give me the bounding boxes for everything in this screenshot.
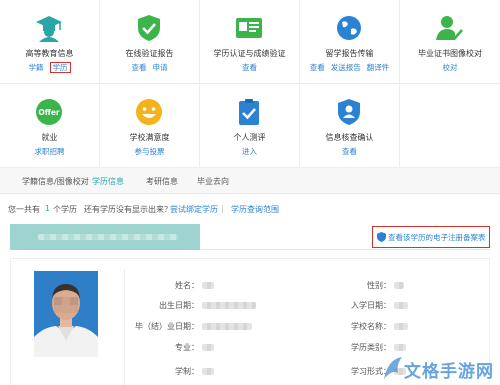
watermark-logo-icon (384, 357, 402, 379)
service-study-abroad-report: 留学报告传输 查看 发送报告 翻译件 (300, 0, 400, 84)
query-scope-link[interactable]: 学历查询范围 (231, 204, 279, 215)
service-title: 信息核查确认 (325, 133, 374, 142)
service-title: 就业 (41, 133, 58, 142)
service-online-verification: 在线验证报告 查看 申请 (100, 0, 200, 84)
service-title: 高等教育信息 (25, 49, 74, 58)
service-info-verification: 信息核查确认 查看 (300, 84, 400, 168)
link-view[interactable]: 查看 (242, 63, 257, 72)
service-grid: 高等教育信息 学籍 学历 在线验证报告 查看 申请 学历认证与成绩验证 查看 留… (0, 0, 500, 168)
link-check[interactable]: 校对 (443, 63, 458, 72)
divider: | (221, 204, 224, 213)
field-value-birth-date (202, 302, 256, 309)
link-job-search[interactable]: 求职招聘 (35, 147, 65, 156)
empty-cell (400, 84, 500, 168)
field-value-enrollment-date (394, 302, 408, 309)
degree-record-header (10, 224, 200, 250)
record-tabs: 学籍信息/图像校对 学历信息 考研信息 毕业去向 (0, 168, 500, 194)
link-vote[interactable]: 参与投票 (135, 147, 165, 156)
field-value-gender (394, 282, 404, 289)
blurred-portrait (34, 271, 98, 357)
globe-icon (337, 16, 361, 40)
field-label-birth-date: 出生日期： (159, 301, 199, 310)
field-value-duration (202, 368, 214, 375)
field-label-graduation-date: 毕（结）业日期： (135, 322, 199, 331)
service-employment: Offer 就业 求职招聘 (0, 84, 100, 168)
service-higher-education-info: 高等教育信息 学籍 学历 (0, 0, 100, 84)
count-suffix: 个学历 (53, 205, 77, 214)
redacted-header-text (38, 234, 178, 240)
bind-degree-link[interactable]: 尝试绑定学历 (170, 204, 218, 215)
graduate-icon (36, 16, 62, 42)
service-title: 在线验证报告 (125, 49, 174, 58)
link-view[interactable]: 查看 (342, 147, 357, 156)
count-prefix: 您一共有 (8, 205, 40, 214)
tab-postgraduate-info[interactable]: 考研信息 (146, 176, 178, 187)
service-degree-certification: 学历认证与成绩验证 查看 (200, 0, 300, 84)
tab-graduate-destination[interactable]: 毕业去向 (197, 176, 229, 187)
service-personal-assessment: 个人测评 进入 (200, 84, 300, 168)
service-school-satisfaction: 学校满意度 参与投票 (100, 84, 200, 168)
field-label-school-name: 学校名称： (351, 322, 391, 331)
link-enrollment[interactable]: 学籍 (29, 63, 44, 72)
field-label-name: 姓名： (175, 281, 199, 290)
link-enter[interactable]: 进入 (242, 147, 257, 156)
field-value-degree-type (394, 344, 406, 351)
missing-question: 还有学历没有显示出来？ (84, 205, 172, 214)
link-view[interactable]: 查看 (132, 63, 147, 72)
offer-icon: Offer (36, 99, 62, 125)
smiley-icon (136, 99, 162, 125)
service-title: 个人测评 (233, 133, 266, 142)
link-translation[interactable]: 翻译件 (367, 63, 390, 72)
watermark-text: 文格手游网 (404, 362, 494, 382)
header-divider (200, 249, 490, 250)
svg-text:Offer: Offer (38, 108, 60, 117)
tab-enrollment-info[interactable]: 学籍信息/图像校对 (22, 176, 89, 187)
clipboard-check-icon (239, 99, 259, 125)
link-degree[interactable]: 学历 (49, 62, 71, 73)
service-title: 学历认证与成绩验证 (213, 49, 286, 58)
field-label-gender: 性别： (367, 281, 391, 290)
card-divider (124, 269, 125, 385)
tab-degree-info[interactable]: 学历信息 (92, 176, 124, 187)
field-value-school-name (394, 323, 408, 330)
field-value-major (202, 344, 214, 351)
service-title: 学校满意度 (129, 133, 170, 142)
degree-count: 1 (45, 204, 51, 213)
degree-count-row: 您一共有 1 个学历 还有学历没有显示出来？ 尝试绑定学历 | 学历查询范围 (0, 200, 500, 220)
service-title: 毕业证书图像校对 (418, 49, 482, 58)
field-label-major: 专业： (175, 343, 199, 352)
view-filing-form-button[interactable]: 查看该学历的电子注册备案表 (372, 226, 490, 248)
shield-check-icon (138, 15, 160, 41)
person-check-icon (436, 16, 463, 40)
certificate-icon (236, 18, 262, 38)
field-label-enrollment-date: 入学日期： (351, 301, 391, 310)
shield-icon (377, 232, 386, 242)
link-view[interactable]: 查看 (310, 63, 325, 72)
service-diploma-image-check: 毕业证书图像校对 校对 (400, 0, 500, 84)
student-photo (34, 271, 98, 357)
view-filing-form-label: 查看该学历的电子注册备案表 (388, 233, 486, 242)
field-value-graduation-date (202, 323, 252, 330)
link-send-report[interactable]: 发送报告 (331, 63, 361, 72)
field-value-name (202, 282, 214, 289)
person-shield-icon (338, 99, 360, 125)
site-watermark: 文格手游网 (382, 351, 500, 385)
field-label-duration: 学制： (175, 367, 199, 376)
link-apply[interactable]: 申请 (153, 63, 168, 72)
service-title: 留学报告传输 (325, 49, 374, 58)
